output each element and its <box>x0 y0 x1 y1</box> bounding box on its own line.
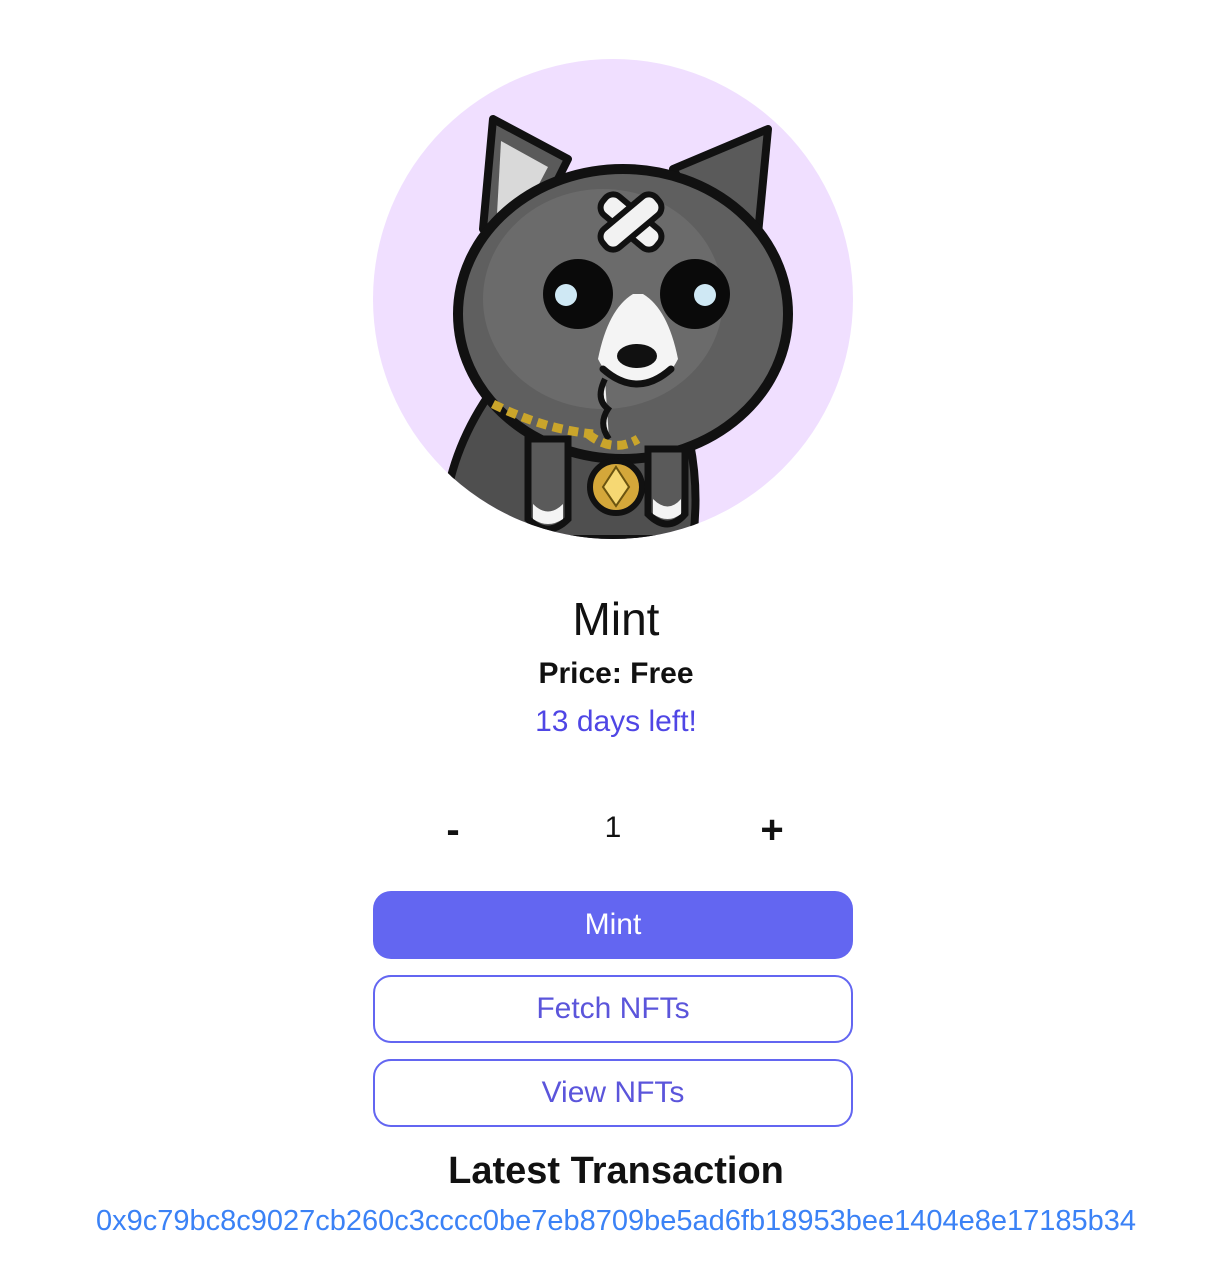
mint-button[interactable]: Mint <box>373 891 853 959</box>
price-label: Price: Free <box>538 657 694 690</box>
mint-page: Mint Price: Free 13 days left! - 1 + Min… <box>0 0 1232 1274</box>
countdown-text: 13 days left! <box>535 705 697 738</box>
fetch-nfts-button[interactable]: Fetch NFTs <box>373 975 853 1043</box>
cat-nft-icon <box>438 115 793 539</box>
decrement-button[interactable]: - <box>423 806 483 854</box>
latest-transaction-heading: Latest Transaction <box>448 1150 784 1192</box>
view-nfts-button[interactable]: View NFTs <box>373 1059 853 1127</box>
transaction-hash-link[interactable]: 0x9c79bc8c9027cb260c3cccc0be7eb8709be5ad… <box>0 1205 1232 1238</box>
quantity-value: 1 <box>604 811 622 844</box>
nft-avatar <box>373 59 853 539</box>
increment-button[interactable]: + <box>742 806 802 854</box>
mint-title: Mint <box>572 593 660 645</box>
